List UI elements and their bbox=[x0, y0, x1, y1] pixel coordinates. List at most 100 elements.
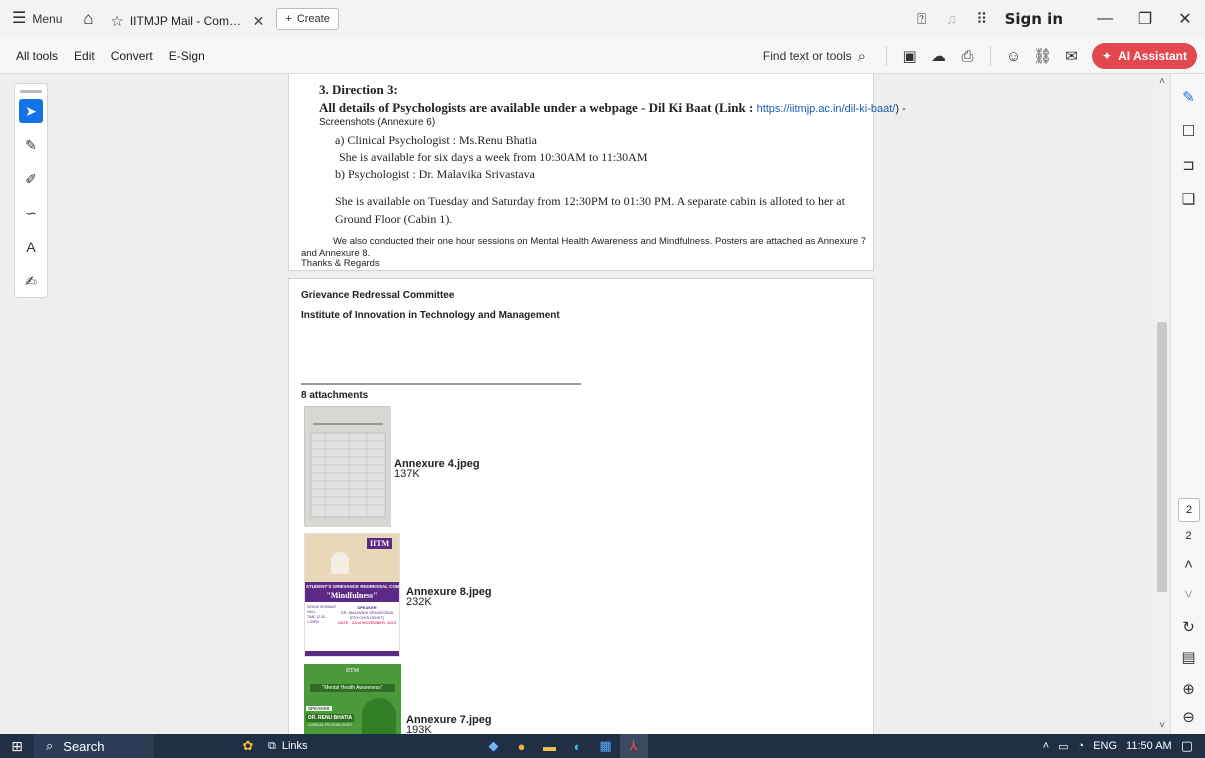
notification-bell-icon[interactable]: ♫ bbox=[937, 11, 967, 28]
scroll-thumb[interactable] bbox=[1157, 322, 1167, 592]
item-b-detail-2: Ground Floor (Cabin 1). bbox=[335, 212, 453, 226]
right-tools-rail: ✎ ☐ ⊐ ❏ 2 2 ˄ ˅ ↻ ▤ ⊕ ⊖ bbox=[1170, 74, 1205, 734]
scroll-down-icon[interactable]: ˅ bbox=[1155, 720, 1169, 734]
close-tab-icon[interactable]: ✕ bbox=[253, 13, 265, 30]
tab-document[interactable]: ☆ IITMJP Mail - Complianc... ✕ bbox=[102, 6, 272, 36]
select-cursor-icon[interactable]: ➤ bbox=[19, 99, 43, 123]
vertical-scrollbar[interactable]: ˄ ˅ bbox=[1155, 74, 1169, 734]
search-label: Search bbox=[63, 738, 105, 754]
links-toolbar[interactable]: ⧉ Links bbox=[264, 734, 312, 758]
language-indicator[interactable]: ENG bbox=[1093, 740, 1117, 752]
copilot-icon[interactable]: ◆ bbox=[480, 734, 508, 758]
volume-icon[interactable]: ◔ bbox=[1078, 740, 1085, 752]
document-page-1: 3. Direction 3: All details of Psycholog… bbox=[288, 74, 906, 271]
clock[interactable]: 11:50 AM bbox=[1126, 740, 1172, 752]
current-page-input[interactable]: 2 bbox=[1178, 498, 1200, 522]
comment-icon[interactable]: ☐ bbox=[1171, 114, 1205, 148]
drag-handle[interactable] bbox=[20, 90, 42, 93]
search-icon: ⌕ bbox=[857, 47, 867, 65]
dil-ki-baat-link[interactable]: https://iitmjp.ac.in/dil-ki-baat/ bbox=[757, 103, 896, 115]
taskbar-search[interactable]: ⌕ Search bbox=[34, 734, 154, 758]
store-icon[interactable]: ▦ bbox=[592, 734, 620, 758]
network-icon[interactable]: ▭ bbox=[1058, 740, 1068, 753]
previous-page-icon[interactable]: ˄ bbox=[1171, 556, 1205, 573]
item-a: a) Clinical Psychologist : Ms.Renu Bhati… bbox=[335, 133, 537, 147]
poster7-speaker-label: SPEAKER bbox=[306, 706, 332, 711]
ai-sparkle-icon: ✦ bbox=[1102, 49, 1113, 63]
share-user-icon[interactable]: ☺ bbox=[999, 48, 1028, 65]
help-icon[interactable]: ⍰ bbox=[907, 11, 937, 28]
menu-button[interactable]: ☰ Menu bbox=[0, 0, 74, 38]
poster-topic: "Mindfulness" bbox=[305, 591, 399, 602]
poster7-logo: IITM bbox=[346, 668, 359, 674]
meditating-figure bbox=[331, 552, 349, 574]
notification-icon[interactable]: ▢ bbox=[1181, 738, 1193, 754]
zoom-in-icon[interactable]: ⊕ bbox=[1171, 680, 1205, 698]
sign-in-button[interactable]: Sign in bbox=[1005, 10, 1063, 28]
find-text-tools[interactable]: Find text or tools ⌕ bbox=[763, 48, 866, 65]
save-icon[interactable]: ▣ bbox=[895, 47, 924, 65]
link-icon[interactable]: ⛓ bbox=[1028, 47, 1057, 65]
menu-e-sign[interactable]: E-Sign bbox=[161, 49, 213, 63]
system-tray: ˄ ▭ ◔ ENG 11:50 AM ▢ bbox=[1043, 734, 1205, 758]
poster-venue: VENUE SEMINAR HALL bbox=[307, 605, 336, 614]
text-box-icon[interactable]: A bbox=[19, 235, 43, 259]
poster-time: TIME 12:30 - 1:30PM bbox=[307, 615, 328, 624]
generative-summary-icon[interactable]: ✎ bbox=[1171, 80, 1205, 114]
screenshots-line: Screenshots (Annexure 6) bbox=[319, 117, 436, 128]
home-icon[interactable]: ⌂ bbox=[74, 9, 102, 29]
sign-icon[interactable]: ✍ bbox=[19, 269, 43, 293]
poster7-topic: "Mental Health Awareness" bbox=[310, 684, 395, 692]
ai-assistant-button[interactable]: ✦ AI Assistant bbox=[1092, 43, 1197, 69]
zoom-out-icon[interactable]: ⊖ bbox=[1171, 708, 1205, 726]
poster7-speaker-role: CLINICAL PSYCHOLOGIST bbox=[308, 723, 353, 727]
chrome-icon[interactable]: ● bbox=[508, 734, 536, 758]
menu-edit[interactable]: Edit bbox=[66, 49, 103, 63]
edge-icon[interactable]: ◐ bbox=[564, 734, 592, 758]
menu-all-tools[interactable]: All tools bbox=[0, 49, 66, 63]
search-icon: ⌕ bbox=[46, 738, 54, 753]
attachment-thumbnail-annexure-4[interactable] bbox=[304, 406, 391, 527]
create-button[interactable]: + Create bbox=[276, 8, 339, 30]
apps-grid-icon[interactable]: ⠿ bbox=[967, 10, 997, 28]
divider bbox=[990, 46, 992, 66]
pages-icon[interactable]: ❏ bbox=[1171, 182, 1205, 216]
divider bbox=[886, 46, 888, 66]
file-explorer-icon[interactable]: ▬ bbox=[536, 734, 564, 758]
email-icon[interactable]: ✉ bbox=[1057, 47, 1086, 65]
poster-logo: IITM bbox=[367, 538, 393, 549]
sessions-line-1: We also conducted their one hour session… bbox=[333, 236, 867, 247]
next-page-icon[interactable]: ˅ bbox=[1171, 586, 1205, 603]
hamburger-icon: ☰ bbox=[12, 10, 27, 27]
item-a-detail: She is available for six days a week fro… bbox=[339, 150, 648, 164]
attachment-thumbnail-annexure-8[interactable]: IITM STUDENT'S GRIEVANCE REDRESSAL COMMI… bbox=[304, 533, 400, 657]
page-display-icon[interactable]: ▤ bbox=[1171, 648, 1205, 666]
close-window-icon[interactable]: ✕ bbox=[1165, 9, 1205, 29]
poster7-speaker-name: DR. RENU BHATIA bbox=[306, 714, 355, 722]
scanned-register-image bbox=[305, 407, 391, 527]
minimize-icon[interactable]: — bbox=[1085, 10, 1125, 28]
add-comment-icon[interactable]: ✎ bbox=[19, 133, 43, 157]
tray-overflow-icon[interactable]: ˄ bbox=[1043, 740, 1049, 752]
windows-taskbar: ⊞ ⌕ Search ✿ ⧉ Links ◆ ● ▬ ◐ ▦ ⅄ ˄ ▭ ◔ E… bbox=[0, 734, 1205, 758]
links-label: Links bbox=[281, 740, 308, 752]
details-line: All details of Psychologists are availab… bbox=[319, 100, 906, 116]
highlight-pen-icon[interactable]: ✐ bbox=[19, 167, 43, 191]
star-icon[interactable]: ☆ bbox=[110, 12, 123, 30]
rotate-icon[interactable]: ↻ bbox=[1171, 618, 1205, 636]
draw-freehand-icon[interactable]: ∽ bbox=[19, 201, 43, 225]
menu-convert[interactable]: Convert bbox=[103, 49, 161, 63]
poster-footer-bar bbox=[305, 651, 399, 656]
maximize-icon[interactable]: ❐ bbox=[1125, 9, 1165, 29]
bookmark-icon[interactable]: ⊐ bbox=[1171, 148, 1205, 182]
committee-name: Grievance Redressal Committee bbox=[301, 290, 455, 301]
plus-icon: + bbox=[285, 13, 292, 25]
widgets-icon[interactable]: ✿ bbox=[234, 734, 262, 758]
acrobat-icon[interactable]: ⅄ bbox=[619, 734, 648, 758]
ai-assistant-label: AI Assistant bbox=[1118, 49, 1187, 63]
scroll-up-icon[interactable]: ˄ bbox=[1155, 76, 1169, 90]
print-icon[interactable]: ⎙ bbox=[953, 48, 982, 65]
upload-cloud-icon[interactable]: ☁ bbox=[924, 47, 953, 65]
windows-start-icon[interactable]: ⊞ bbox=[0, 738, 34, 755]
details-suffix: ) - bbox=[895, 103, 906, 115]
